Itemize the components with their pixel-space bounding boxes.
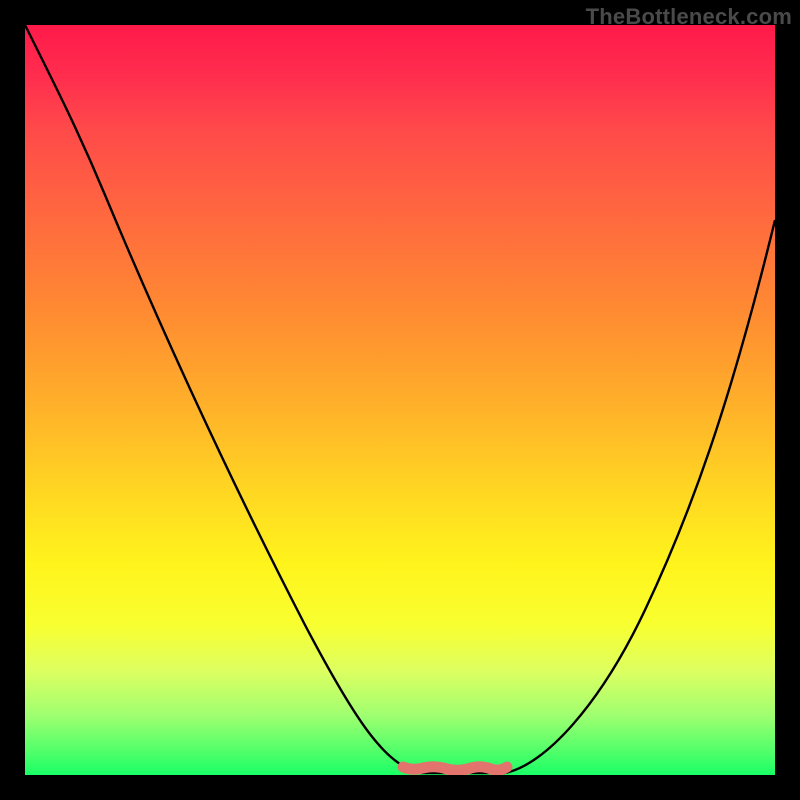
chart-stage: TheBottleneck.com (0, 0, 800, 800)
plot-area (25, 25, 775, 775)
primary-curve (25, 25, 775, 773)
curve-layer (25, 25, 775, 775)
watermark-text: TheBottleneck.com (586, 4, 792, 30)
bottom-marker-band (403, 767, 507, 771)
